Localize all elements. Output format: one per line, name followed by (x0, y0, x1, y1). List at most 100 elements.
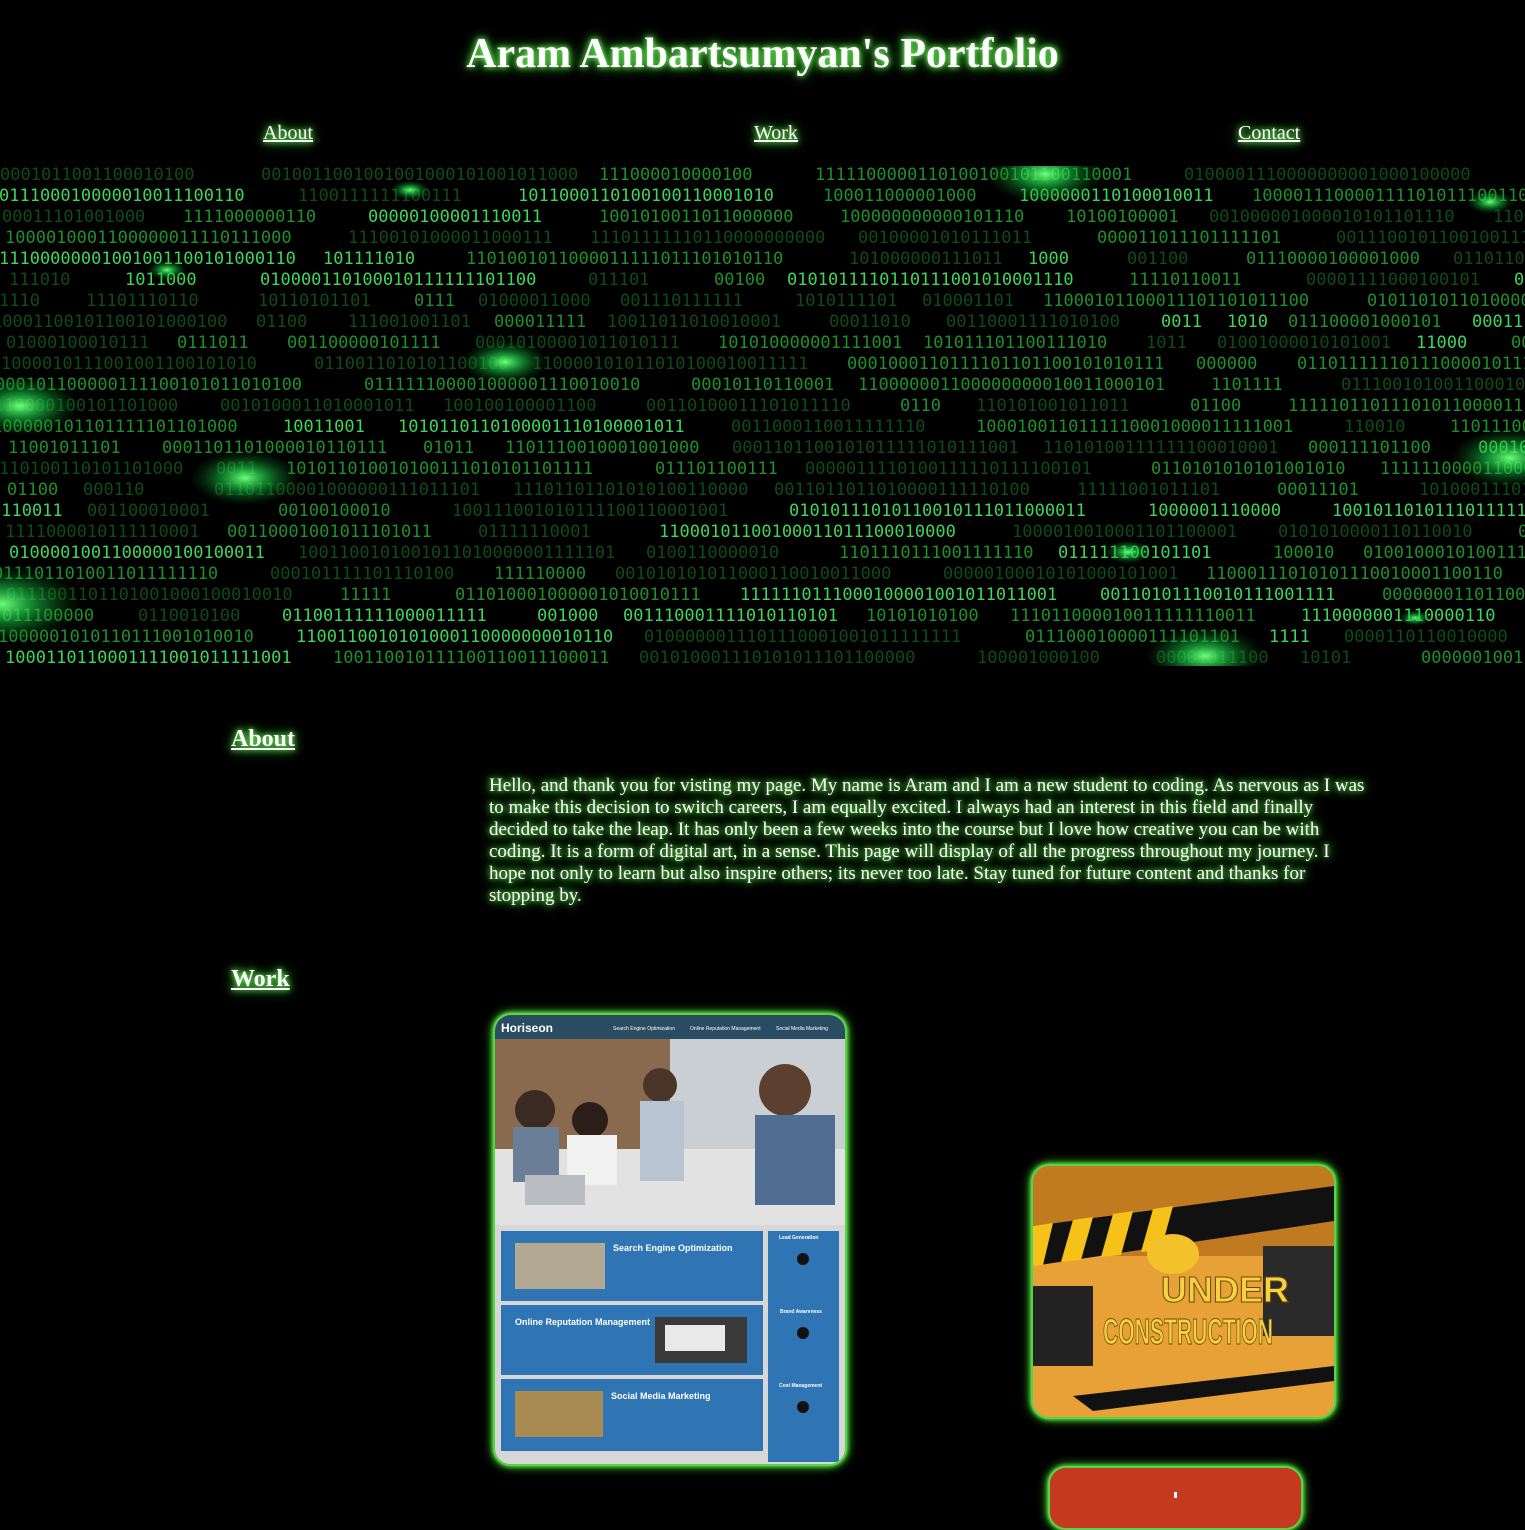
horiseon-sidebar-3: Cost Management (779, 1383, 822, 1389)
binary-string: 0100000011101110001001011111111 (644, 627, 961, 647)
binary-string: 001010101011000110010011000 (615, 564, 891, 584)
binary-string: 10101010100 (866, 606, 979, 626)
binary-string: 1111110111000100001001011011001 (740, 585, 1057, 605)
binary-string: 1101110111001111110 (839, 543, 1033, 563)
binary-string: 0111 (414, 291, 455, 311)
nav-link-work[interactable]: Work (754, 122, 798, 145)
binary-string: 100011000001000 (823, 186, 977, 206)
binary-string: 110010 (1344, 417, 1405, 437)
binary-string: 01011 (423, 438, 474, 458)
binary-string: 00100001010111011 (858, 228, 1032, 248)
binary-string: 111110000 (494, 564, 586, 584)
binary-string: 0110011 (0, 501, 63, 521)
project-card-horiseon[interactable]: Horiseon Search Engine Optimization Onli… (493, 1013, 847, 1466)
binary-string: 1000010111001001100101010 (1, 354, 257, 374)
binary-string: 001000111111 (1518, 522, 1525, 542)
work-heading: Work (231, 966, 290, 992)
binary-string: 10011011010010001 (607, 312, 781, 332)
binary-string: 000000011011001111110101001 (1382, 585, 1525, 605)
binary-string: 10001100101100101000100 (0, 312, 227, 332)
binary-string: 01010111010110010111011000011 (789, 501, 1086, 521)
binary-string: 1001010011011000000 (599, 207, 793, 227)
binary-string: 000000 (1196, 354, 1257, 374)
horiseon-section-3: Social Media Marketing (611, 1391, 711, 1401)
binary-string: 101010000001111001 (718, 333, 902, 353)
binary-string: 11000101100100011011100010000 (659, 522, 956, 542)
binary-string: 1000100110111110001000011111001 (976, 417, 1293, 437)
binary-string: 10101 (1300, 648, 1351, 666)
binary-string: 101000000111011 (849, 249, 1003, 269)
binary-string: 0110 (900, 396, 941, 416)
binary-string: 010111100 (1514, 270, 1525, 290)
binary-string: 1111101101110101100001110 (1288, 396, 1525, 416)
binary-string: 11001011101 (8, 438, 121, 458)
binary-string: 111010 (9, 270, 70, 290)
binary-string: 1011000110100100110001010 (518, 186, 774, 206)
binary-string: 000011011101111101 (1097, 228, 1281, 248)
binary-string: 00100100010 (278, 501, 391, 521)
binary-string: 011100010000010011100110 (0, 186, 245, 206)
horiseon-brand: Horiseon (501, 1021, 553, 1035)
binary-string: 01100111111000011111 (282, 606, 487, 626)
binary-string: 0011100101100100111011010011001 (1336, 228, 1525, 248)
binary-string: 1110000001110000110 (1301, 606, 1495, 626)
binary-string: 011101100111 (655, 459, 778, 479)
binary-string: 01100 (7, 480, 58, 500)
binary-string: 011100001000101 (1288, 312, 1442, 332)
construction-line1: UNDER (1161, 1269, 1289, 1310)
binary-string: 00111101100001111100111111 (1511, 333, 1525, 353)
page-title: Aram Ambartsumyan's Portfolio (466, 31, 1059, 77)
binary-string: 0100001110000000001000100000 (1184, 166, 1471, 185)
binary-string: 00110101110010111001111 (1100, 585, 1335, 605)
binary-string: 10100100001 (1066, 207, 1179, 227)
binary-string: 1111000010111110001 (5, 522, 199, 542)
nav-link-contact[interactable]: Contact (1238, 122, 1300, 145)
binary-string: 00001111000100101 (1306, 270, 1480, 290)
binary-string: 10010110101110111111100011111 (1332, 501, 1525, 521)
binary-string: 0101010000110110010 (1278, 522, 1472, 542)
binary-string: 10011001 (283, 417, 365, 437)
horiseon-nav-1: Search Engine Optimization (613, 1026, 675, 1032)
binary-string: 0111001010011000100011000 (1341, 375, 1525, 395)
binary-string: 1101111 (1211, 375, 1283, 395)
binary-string: 1000010001100000011110111000 (5, 228, 292, 248)
green-glow-spot (461, 340, 549, 384)
under-construction-image: UNDER CONSTRUCTION (1033, 1166, 1334, 1417)
binary-string: 01000011000 (478, 291, 591, 311)
binary-string: 1101110010001001000 (505, 438, 699, 458)
about-heading: About (231, 726, 296, 752)
binary-string: 010001101 (922, 291, 1014, 311)
binary-string: 100111001010111100110001001 (452, 501, 728, 521)
binary-string: 11111 (340, 585, 391, 605)
binary-string: 1101001011000011111011101010110 (466, 249, 783, 269)
green-glow-spot (1399, 610, 1431, 626)
green-glow-spot (390, 180, 430, 200)
binary-string: 0011011011010000111110100 (774, 480, 1030, 500)
binary-string: 01100 (256, 312, 307, 332)
binary-string: 001110001111010110101 (623, 606, 838, 626)
binary-string: 100000000000101110 (840, 207, 1024, 227)
about-paragraph: Hello, and thank you for visting my page… (489, 775, 1365, 906)
binary-string: 0001000110111101101100101010111 (847, 354, 1164, 374)
binary-string: 00011101001000 (2, 207, 145, 227)
binary-string: 111011000010011111110011 (1010, 606, 1256, 626)
binary-string: 111001001101 (348, 312, 471, 332)
binary-string: 0110101010101001010 (1151, 459, 1345, 479)
binary-string: 00110100011101011110 (646, 396, 851, 416)
binary-string: 0101011110110111001010001110 (787, 270, 1074, 290)
construction-line2: CONSTRUCTION (1103, 1311, 1273, 1352)
project-card-partial[interactable] (1048, 1466, 1303, 1530)
binary-string: 01001000010101001 (1217, 333, 1391, 353)
binary-string: 11100101000011000111 (348, 228, 553, 248)
binary-string: 0000110110010000 (1344, 627, 1508, 647)
binary-string: 1000 (1028, 249, 1069, 269)
binary-string: 00110001111010100 (946, 312, 1120, 332)
partial-card-image (1050, 1468, 1301, 1528)
binary-string: 100010 (1273, 543, 1334, 563)
binary-string: 11010100111111100010001 (1043, 438, 1278, 458)
green-glow-spot (189, 450, 301, 506)
nav-link-about[interactable]: About (263, 122, 313, 145)
project-card-under-construction[interactable]: UNDER CONSTRUCTION (1031, 1164, 1336, 1419)
binary-string: 0010100011010001011 (220, 396, 414, 416)
horiseon-sidebar-1: Lead Generation (779, 1235, 818, 1241)
